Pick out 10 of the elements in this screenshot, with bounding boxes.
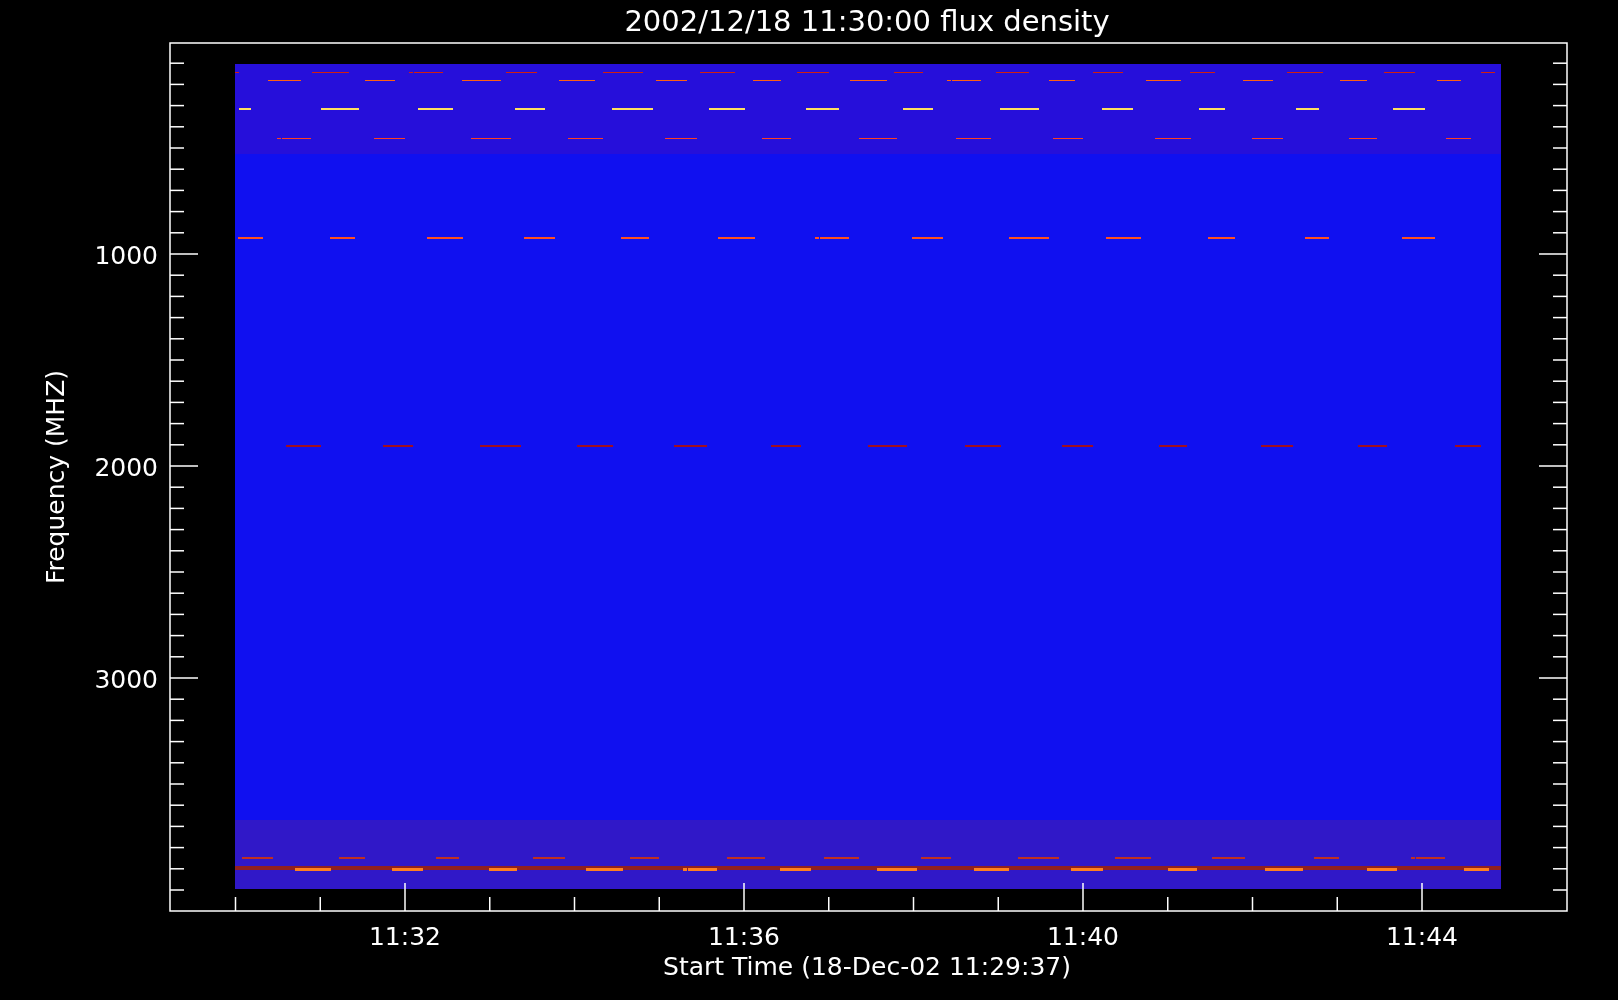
x-axis-title: Start Time (18-Dec-02 11:29:37): [663, 952, 1071, 981]
chart-title: 2002/12/18 11:30:00 flux density: [624, 4, 1110, 38]
y-tick-label: 3000: [94, 665, 158, 694]
x-tick-label: 11:44: [1386, 922, 1458, 951]
y-tick-label: 2000: [94, 453, 158, 482]
y-tick-label: 1000: [94, 241, 158, 270]
x-tick-label: 11:32: [369, 922, 441, 951]
x-tick-label: 11:36: [708, 922, 780, 951]
y-axis-title: Frequency (MHZ): [41, 369, 70, 585]
x-tick-label: 11:40: [1047, 922, 1119, 951]
